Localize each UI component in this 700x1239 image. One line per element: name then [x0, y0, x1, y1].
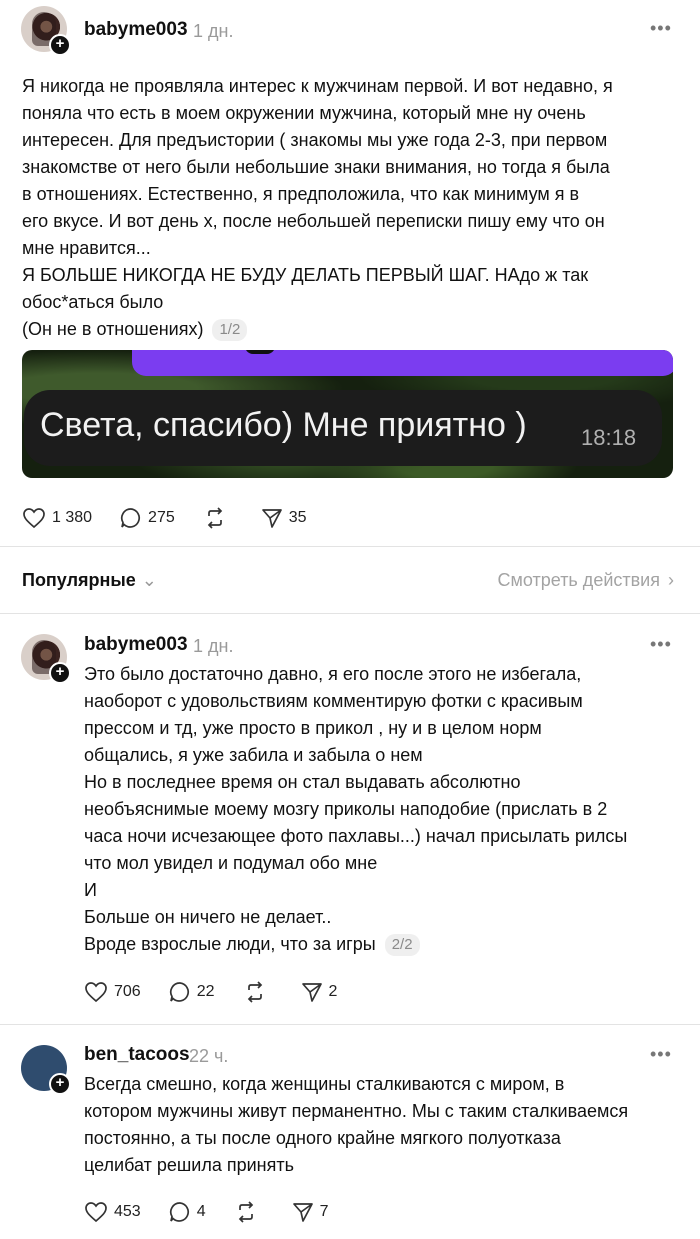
- repost-button[interactable]: [234, 1201, 264, 1223]
- reply-avatar[interactable]: +: [21, 1045, 71, 1095]
- post-avatar[interactable]: +: [21, 6, 71, 56]
- repost-icon: [238, 1201, 253, 1223]
- heart-icon: [85, 1202, 107, 1223]
- reply-button[interactable]: 22: [169, 981, 215, 1003]
- like-count: 706: [114, 983, 141, 1000]
- comment-icon: [120, 508, 141, 528]
- chevron-down-icon: ⌄: [141, 570, 157, 590]
- divider: [0, 1024, 700, 1025]
- share-button[interactable]: 35: [261, 507, 307, 529]
- page-indicator: 2/2: [384, 934, 420, 957]
- reply-count: 22: [196, 983, 215, 1000]
- chat-message-time: 18:18: [581, 425, 637, 450]
- reply-actions: 453 4 7: [84, 1201, 357, 1223]
- reply-body: Всегда смешно, когда женщины сталкиваютс…: [84, 1071, 694, 1179]
- like-count: 1 380: [52, 509, 93, 526]
- like-count: 453: [114, 1203, 141, 1220]
- post-actions: 1 380 275 35: [22, 507, 335, 529]
- view-activity-link[interactable]: Смотреть действия ›: [498, 570, 674, 591]
- reply-button[interactable]: 275: [120, 507, 175, 529]
- post-text: Я никогда не проявляла интерес к мужчина…: [22, 76, 613, 339]
- chat-bubble-top: [132, 350, 673, 376]
- share-count: 35: [288, 509, 307, 526]
- like-button[interactable]: 1 380: [22, 507, 92, 529]
- follow-plus-icon[interactable]: +: [49, 1073, 71, 1095]
- like-button[interactable]: 706: [84, 981, 141, 1003]
- repost-button[interactable]: [243, 981, 273, 1003]
- reply-avatar[interactable]: +: [21, 634, 71, 684]
- divider: [0, 613, 700, 614]
- follow-plus-icon[interactable]: +: [49, 34, 71, 56]
- reply-button[interactable]: 4: [169, 1201, 206, 1223]
- repost-icon: [207, 507, 222, 529]
- post-username[interactable]: babyme003: [84, 19, 188, 41]
- reply-time: 22 ч.: [189, 1046, 229, 1066]
- repost-icon: [247, 981, 262, 1003]
- reply-actions: 706 22 2: [84, 981, 365, 1003]
- more-icon[interactable]: •••: [650, 1044, 672, 1065]
- send-icon: [292, 1203, 313, 1222]
- like-button[interactable]: 453: [84, 1201, 141, 1223]
- more-icon[interactable]: •••: [650, 18, 672, 39]
- send-icon: [301, 983, 322, 1002]
- sort-label: Популярные: [22, 570, 136, 590]
- post-image[interactable]: Света, спасибо) Мне приятно ) 18:18: [22, 350, 673, 478]
- share-button[interactable]: 7: [292, 1201, 329, 1223]
- reply-count: 275: [148, 509, 175, 526]
- reply-body: Это было достаточно давно, я его после э…: [84, 661, 684, 958]
- page-indicator: 1/2: [212, 319, 248, 342]
- reply-time: 1 дн.: [193, 636, 234, 656]
- reply-username[interactable]: ben_tacoos: [84, 1044, 190, 1066]
- chevron-right-icon: ›: [668, 570, 674, 590]
- avatar-fragment: [245, 350, 275, 354]
- share-count: 7: [319, 1203, 329, 1220]
- repost-button[interactable]: [203, 507, 233, 529]
- comment-icon: [169, 982, 189, 1002]
- activity-label: Смотреть действия: [497, 570, 660, 590]
- send-icon: [261, 509, 282, 528]
- follow-plus-icon[interactable]: +: [49, 662, 71, 684]
- post-body: Я никогда не проявляла интерес к мужчина…: [22, 73, 682, 343]
- reply-text: Всегда смешно, когда женщины сталкиваютс…: [84, 1074, 629, 1175]
- heart-icon: [85, 982, 107, 1003]
- sort-dropdown[interactable]: Популярные ⌄: [22, 570, 157, 591]
- reply-count: 4: [196, 1203, 206, 1220]
- heart-icon: [23, 508, 45, 529]
- reply-username[interactable]: babyme003: [84, 634, 188, 656]
- share-button[interactable]: 2: [301, 981, 338, 1003]
- chat-message-text: Света, спасибо) Мне приятно ): [40, 406, 527, 444]
- more-icon[interactable]: •••: [650, 634, 672, 655]
- reply-text: Это было достаточно давно, я его после э…: [84, 664, 628, 954]
- post-time: 1 дн.: [193, 21, 234, 41]
- divider: [0, 546, 700, 547]
- share-count: 2: [328, 983, 338, 1000]
- comment-icon: [169, 1202, 189, 1222]
- chat-message-bubble: Света, спасибо) Мне приятно ) 18:18: [24, 390, 662, 466]
